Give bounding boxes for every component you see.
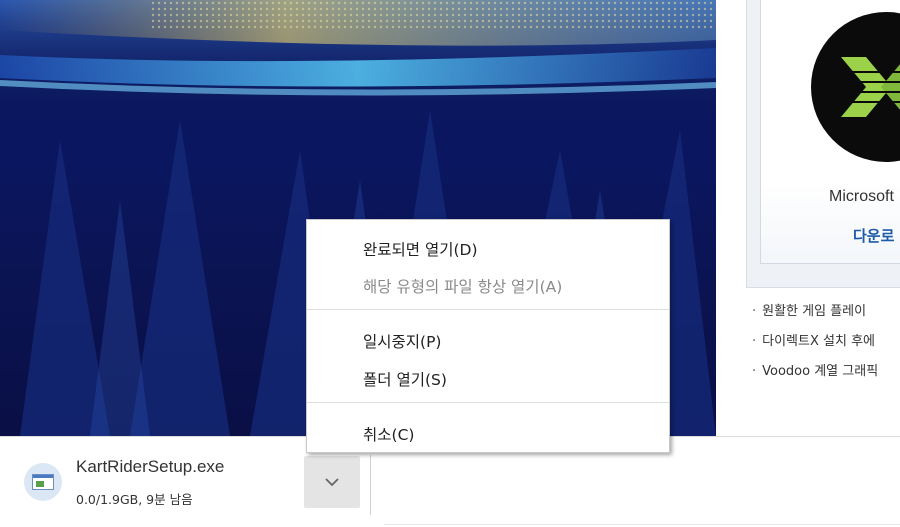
menu-separator bbox=[307, 309, 669, 310]
application-window-icon bbox=[24, 463, 62, 501]
download-file-name[interactable]: KartRiderSetup.exe bbox=[76, 457, 224, 477]
menu-item-open-when-done[interactable]: 완료되면 열기(D) bbox=[307, 231, 669, 265]
product-label: Microsoft bbox=[829, 188, 894, 205]
shelf-line bbox=[384, 524, 900, 525]
side-panel: Microsoft 다운로 원활한 게임 플레이 다이렉트X 설치 후에 Voo… bbox=[716, 0, 900, 436]
menu-item-pause[interactable]: 일시중지(P) bbox=[307, 323, 669, 357]
menu-item-label: 완료되면 열기(D) bbox=[363, 241, 478, 259]
note-item: 다이렉트X 설치 후에 bbox=[752, 330, 878, 360]
menu-item-cancel[interactable]: 취소(C) bbox=[307, 416, 669, 450]
menu-item-always-open-type: 해당 유형의 파일 항상 열기(A) bbox=[307, 268, 669, 302]
shelf-divider bbox=[370, 455, 371, 515]
notes-list: 원활한 게임 플레이 다이렉트X 설치 후에 Voodoo 계열 그래픽 bbox=[752, 300, 878, 390]
menu-item-label: 취소(C) bbox=[363, 426, 415, 444]
browser-viewport: Microsoft 다운로 원활한 게임 플레이 다이렉트X 설치 후에 Voo… bbox=[0, 0, 900, 527]
menu-item-label: 일시중지(P) bbox=[363, 333, 442, 351]
note-item: Voodoo 계열 그래픽 bbox=[752, 360, 878, 390]
menu-item-open-folder[interactable]: 폴더 열기(S) bbox=[307, 361, 669, 395]
menu-item-label: 폴더 열기(S) bbox=[363, 371, 447, 389]
note-item: 원활한 게임 플레이 bbox=[752, 300, 878, 330]
download-status: 0.0/1.9GB, 9분 남음 bbox=[76, 492, 193, 507]
menu-item-label: 해당 유형의 파일 항상 열기(A) bbox=[363, 278, 563, 296]
download-menu-button[interactable] bbox=[304, 456, 360, 508]
download-context-menu: 완료되면 열기(D) 해당 유형의 파일 항상 열기(A) 일시중지(P) 폴더… bbox=[306, 219, 670, 453]
chevron-down-icon bbox=[325, 478, 339, 487]
download-link[interactable]: 다운로 bbox=[853, 225, 894, 246]
menu-separator bbox=[307, 402, 669, 403]
